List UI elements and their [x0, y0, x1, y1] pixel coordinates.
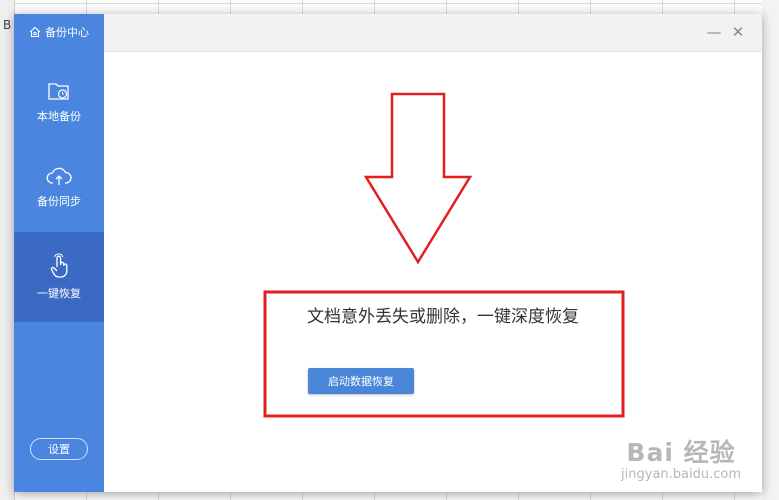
watermark-brand: Bai 经验: [626, 438, 736, 467]
annotation-down-arrow: [363, 92, 473, 265]
watermark-url: jingyan.baidu.com: [621, 467, 741, 482]
restore-headline: 文档意外丢失或删除，一键深度恢复: [307, 307, 579, 327]
annotation-layer: [263, 92, 625, 418]
start-data-recovery-button[interactable]: 启动数据恢复: [308, 368, 414, 394]
watermark: Bai 经验 jingyan.baidu.com: [621, 433, 741, 482]
